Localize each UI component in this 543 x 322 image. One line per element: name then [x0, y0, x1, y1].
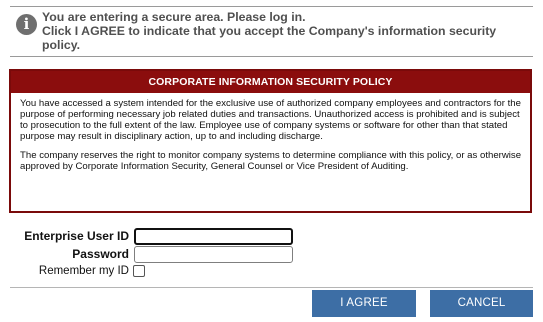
cancel-button[interactable]: CANCEL	[430, 290, 533, 317]
security-policy-panel: CORPORATE INFORMATION SECURITY POLICY Yo…	[9, 69, 532, 213]
password-input[interactable]	[134, 246, 293, 263]
agree-button[interactable]: I AGREE	[312, 290, 416, 317]
policy-paragraph: You have accessed a system intended for …	[20, 98, 521, 142]
remember-id-label: Remember my ID	[38, 265, 129, 277]
user-id-label: Enterprise User ID	[24, 229, 129, 243]
policy-text: You have accessed a system intended for …	[11, 93, 530, 172]
bottom-divider	[10, 287, 533, 288]
info-icon: i	[16, 14, 37, 35]
user-id-input[interactable]	[134, 228, 293, 245]
notice-divider	[10, 56, 533, 57]
notice-line: policy.	[42, 38, 81, 52]
remember-id-checkbox[interactable]	[133, 265, 145, 277]
login-page: i You are entering a secure area. Please…	[0, 0, 543, 322]
notice-line: Click I AGREE to indicate that you accep…	[42, 24, 497, 38]
policy-title: CORPORATE INFORMATION SECURITY POLICY	[11, 71, 530, 93]
password-label: Password	[72, 247, 129, 261]
top-divider	[10, 6, 533, 7]
policy-paragraph: The company reserves the right to monito…	[20, 150, 522, 172]
secure-area-notice: You are entering a secure area. Please l…	[42, 10, 532, 52]
notice-line: You are entering a secure area. Please l…	[42, 10, 306, 24]
